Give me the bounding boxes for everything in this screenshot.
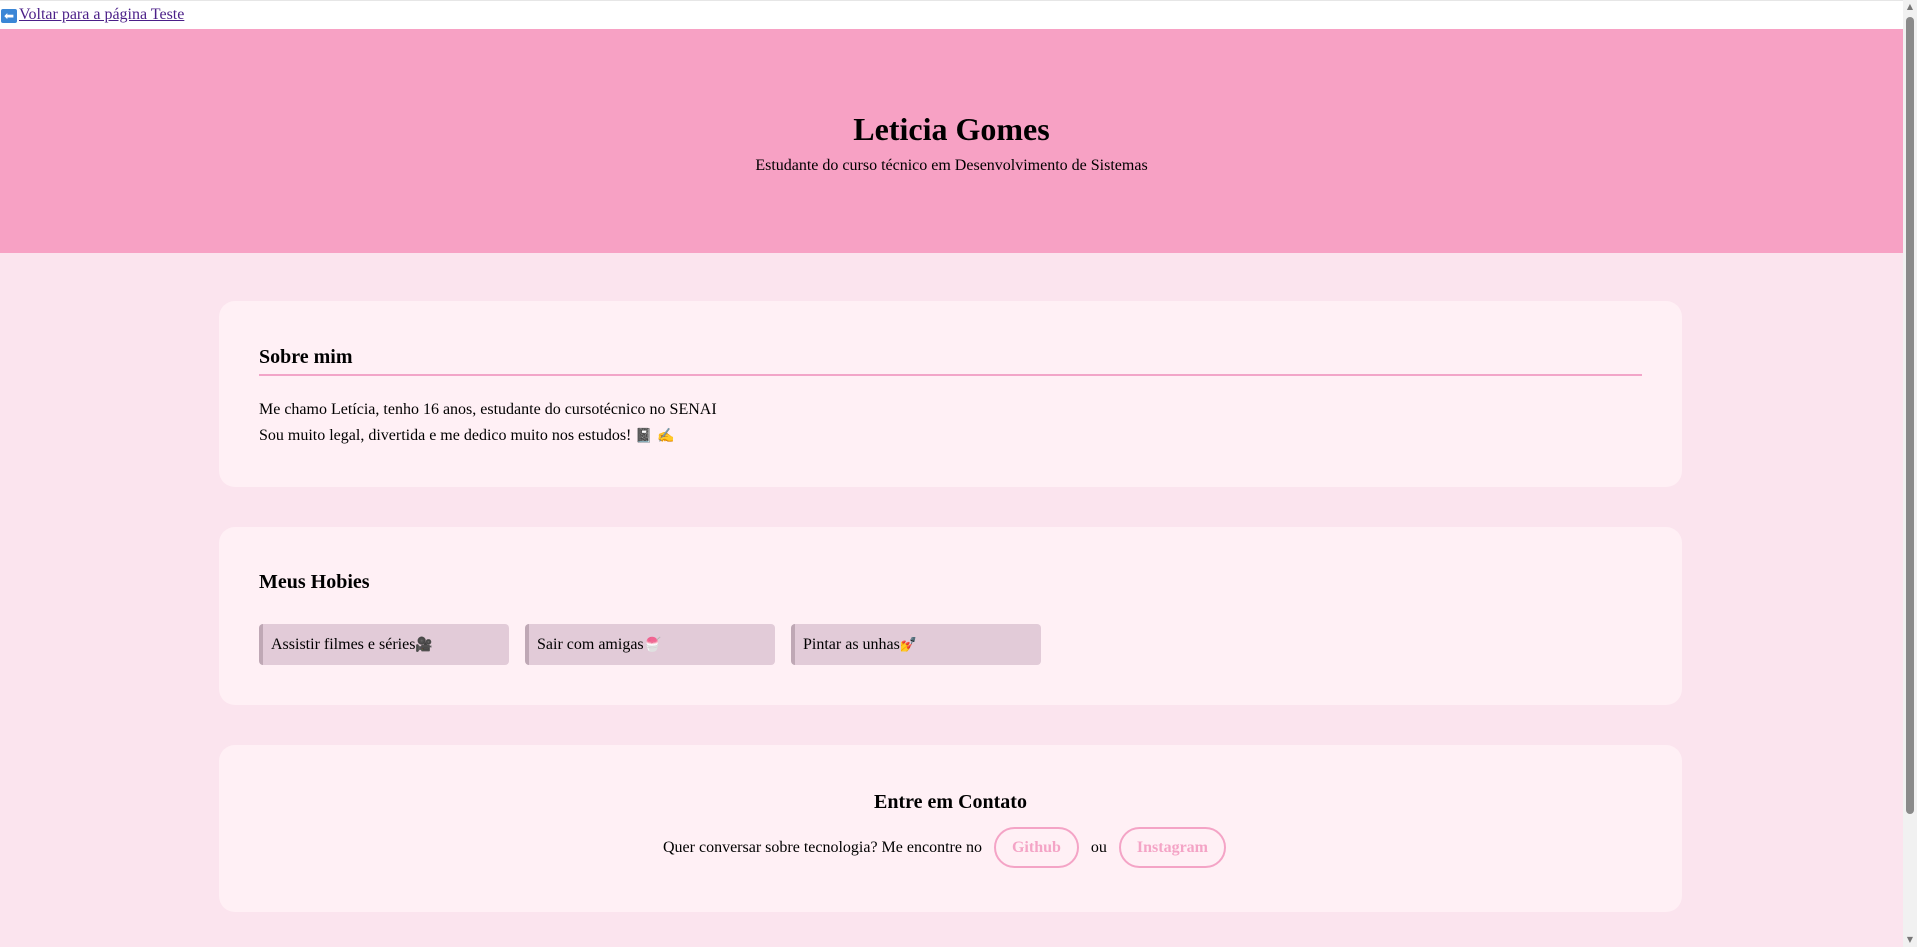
hobby-list: Assistir filmes e séries🎥 Sair com amiga… <box>259 624 1041 665</box>
hobbies-title: Meus Hobies <box>259 571 370 593</box>
about-text: Me chamo Letícia, tenho 16 anos, estudan… <box>259 397 717 449</box>
hobbies-card: Meus Hobies Assistir filmes e séries🎥 Sa… <box>219 527 1682 705</box>
vertical-scrollbar[interactable]: ▲ ▼ <box>1903 0 1917 947</box>
arrow-left-icon: ⬅ <box>1 9 17 23</box>
contact-card: Entre em Contato Quer conversar sobre te… <box>219 745 1682 912</box>
hobby-label: Sair com amigas <box>537 636 644 653</box>
github-button[interactable]: Github <box>993 827 1079 868</box>
about-card: Sobre mim Me chamo Letícia, tenho 16 ano… <box>219 301 1682 487</box>
back-link-label: Voltar para a página Teste <box>19 6 185 23</box>
hobby-label: Pintar as unhas <box>803 636 900 653</box>
viewport: ⬅ Voltar para a página Teste Leticia Gome… <box>0 0 1903 947</box>
shaved-ice-icon: 🍧 <box>643 637 662 653</box>
hero-header: Leticia Gomes Estudante do curso técnico… <box>0 29 1903 253</box>
page-subtitle: Estudante do curso técnico em Desenvolvi… <box>755 157 1148 174</box>
hobby-item-movies: Assistir filmes e séries🎥 <box>259 624 509 665</box>
top-bar: ⬅ Voltar para a página Teste <box>0 0 1903 30</box>
scrollbar-thumb[interactable] <box>1906 17 1914 814</box>
notebook-writing-icon: 📓 ✍️ <box>635 428 675 444</box>
about-line-2-text: Sou muito legal, divertida e me dedico m… <box>259 427 636 444</box>
contact-title: Entre em Contato <box>874 791 1027 813</box>
contact-line: Quer conversar sobre tecnologia? Me enco… <box>219 827 1682 868</box>
hobby-item-nails: Pintar as unhas💅 <box>791 624 1041 665</box>
page: ⬅ Voltar para a página Teste Leticia Gome… <box>0 0 1917 947</box>
page-title: Leticia Gomes <box>853 111 1050 147</box>
movie-camera-icon: 🎥 <box>415 637 433 653</box>
nail-polish-icon: 💅 <box>899 637 918 653</box>
hobby-label: Assistir filmes e séries <box>271 636 416 653</box>
about-title: Sobre mim <box>259 345 1642 376</box>
hobby-item-friends: Sair com amigas🍧 <box>525 624 775 665</box>
scroll-down-arrow-icon[interactable]: ▼ <box>1903 933 1917 947</box>
contact-text: Quer conversar sobre tecnologia? Me enco… <box>662 838 982 856</box>
back-link[interactable]: ⬅ Voltar para a página Teste <box>1 6 184 24</box>
about-line-2: Sou muito legal, divertida e me dedico m… <box>259 423 717 449</box>
instagram-button[interactable]: Instagram <box>1118 827 1226 868</box>
contact-separator: ou <box>1090 838 1107 856</box>
scroll-up-arrow-icon[interactable]: ▲ <box>1903 0 1917 14</box>
about-line-1: Me chamo Letícia, tenho 16 anos, estudan… <box>259 401 717 418</box>
